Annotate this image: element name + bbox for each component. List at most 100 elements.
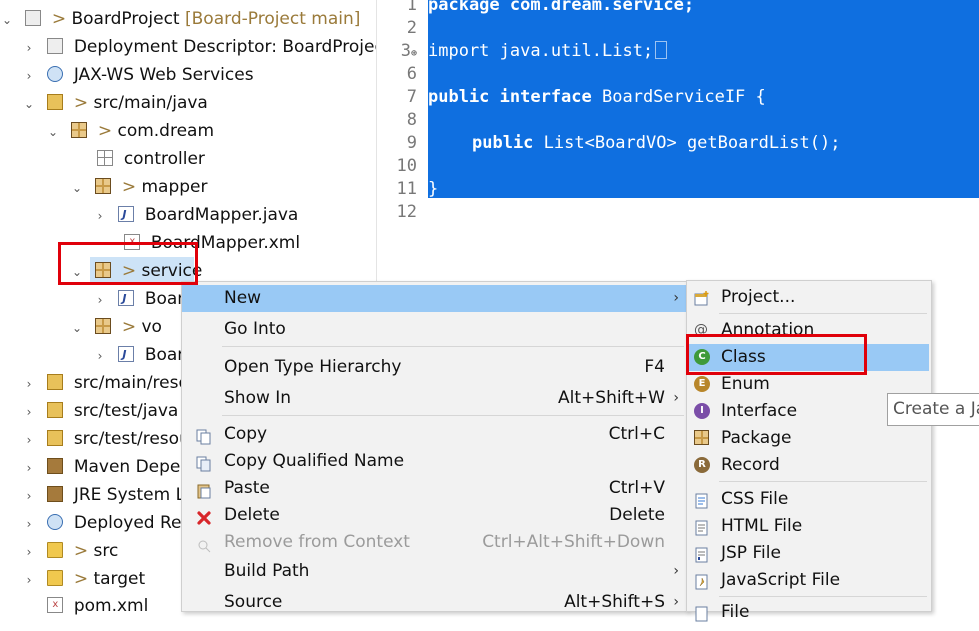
tree-item-target[interactable]: › > target: [22, 565, 146, 594]
web-services-icon: [47, 66, 64, 82]
submenu-item-html-file[interactable]: HTML File: [687, 513, 931, 540]
submenu-item-project[interactable]: Project...: [687, 284, 931, 311]
tree-item-label: src/test/resour: [73, 429, 197, 449]
menu-separator: [719, 596, 927, 597]
submenu-item-record[interactable]: R Record: [687, 452, 931, 479]
menu-item-copy[interactable]: Copy Ctrl+C: [182, 421, 687, 448]
tree-item-board-vo-file[interactable]: › Board: [93, 341, 195, 369]
menu-separator: [222, 415, 684, 416]
code-line-package: package com.dream.service;: [428, 0, 695, 15]
menu-item-open-type-hierarchy[interactable]: Open Type Hierarchy F4: [182, 354, 687, 381]
submenu-item-annotation[interactable]: @ Annotation: [687, 317, 931, 344]
tree-item-src[interactable]: › > src: [22, 537, 119, 566]
line-number: 9: [406, 133, 417, 153]
line-number: 1: [406, 0, 417, 15]
tree-item-deployed-resources[interactable]: › Deployed Res: [22, 509, 191, 538]
library-icon: [47, 486, 64, 502]
empty-package-icon: [97, 150, 114, 166]
tree-item-pom-xml[interactable]: pom.xml: [22, 591, 148, 620]
tooltip: Create a Ja: [887, 393, 979, 426]
submenu-item-class[interactable]: C Class: [689, 344, 929, 371]
dirty-decorator: >: [51, 9, 67, 29]
source-folder-icon: [47, 94, 64, 110]
expand-toggle-icon[interactable]: ⌄: [0, 6, 14, 34]
tree-item-boardmapper-java[interactable]: › BoardMapper.java: [93, 201, 299, 230]
menu-item-build-path[interactable]: Build Path ›: [182, 558, 687, 585]
tree-item-src-test-resources[interactable]: › src/test/resour: [22, 425, 197, 453]
javascript-file-icon: [694, 572, 710, 590]
collapse-toggle-icon[interactable]: ›: [93, 202, 107, 230]
collapse-toggle-icon[interactable]: ›: [22, 34, 36, 62]
menu-separator: [719, 481, 927, 482]
expand-toggle-icon[interactable]: ⌄: [70, 174, 84, 202]
css-file-icon: [694, 491, 710, 509]
tree-item-label: vo: [141, 317, 162, 337]
folded-imports-box[interactable]: [655, 41, 668, 59]
menu-item-paste[interactable]: Paste Ctrl+V: [182, 475, 687, 502]
tree-item-label: Deployment Descriptor: BoardProject: [73, 37, 391, 57]
tree-item-label: src/test/java: [73, 401, 179, 421]
tree-item-boardmapper-xml[interactable]: BoardMapper.xml: [99, 228, 300, 257]
dirty-decorator: >: [73, 93, 89, 113]
menu-item-go-into[interactable]: Go Into: [182, 316, 687, 343]
code-line-closing-brace: }: [428, 179, 439, 199]
collapse-toggle-icon[interactable]: ›: [93, 286, 107, 314]
tree-item-controller[interactable]: controller: [72, 145, 205, 173]
record-icon: R: [694, 457, 710, 473]
tree-item-src-main-resources[interactable]: › src/main/resou: [22, 369, 200, 397]
tree-item-com-dream[interactable]: ⌄ > com.dream: [46, 117, 214, 145]
line-number: 11: [396, 179, 417, 199]
fold-expand-icon[interactable]: ⊕: [411, 48, 417, 59]
tree-item-src-main-java[interactable]: ⌄ > src/main/java: [22, 89, 208, 117]
package-icon: [95, 178, 112, 194]
expand-toggle-icon[interactable]: ⌄: [46, 118, 60, 146]
submenu-item-jsp-file[interactable]: JSP File: [687, 540, 931, 567]
tree-item-vo[interactable]: ⌄ > vo: [70, 313, 162, 341]
tree-item-suffix: [Board-Project main]: [185, 9, 361, 29]
tree-item-deployment-descriptor[interactable]: › Deployment Descriptor: BoardProject: [22, 33, 391, 62]
menu-item-copy-qualified-name[interactable]: Copy Qualified Name: [182, 448, 687, 475]
code-editor-selection[interactable]: package com.dream.service; import java.u…: [428, 0, 979, 199]
expand-toggle-icon[interactable]: ⌄: [22, 90, 36, 118]
dirty-decorator: >: [121, 261, 137, 281]
tree-item-label: mapper: [141, 177, 208, 197]
collapse-toggle-icon[interactable]: ›: [22, 566, 36, 594]
collapse-toggle-icon[interactable]: ›: [22, 62, 36, 90]
menu-item-new[interactable]: New ›: [182, 285, 687, 312]
collapse-toggle-icon[interactable]: ›: [22, 454, 36, 482]
collapse-toggle-icon[interactable]: ›: [93, 342, 107, 370]
library-icon: [47, 458, 64, 474]
dirty-decorator: >: [73, 569, 89, 589]
source-folder-icon: [47, 402, 64, 418]
menu-item-show-in[interactable]: Show In Alt+Shift+W ›: [182, 385, 687, 412]
tree-item-jaxws[interactable]: › JAX-WS Web Services: [22, 61, 254, 89]
submenu-item-package[interactable]: Package: [687, 425, 931, 452]
tree-item-jre-system-library[interactable]: › JRE System Lib: [22, 481, 201, 509]
new-submenu: Project... @ Annotation C Class E Enum I…: [686, 280, 932, 622]
new-project-icon: [694, 289, 710, 306]
expand-toggle-icon[interactable]: ⌄: [70, 314, 84, 342]
tree-item-src-test-java[interactable]: › src/test/java: [22, 397, 179, 426]
submenu-item-css-file[interactable]: CSS File: [687, 486, 931, 513]
collapse-toggle-icon[interactable]: ›: [22, 426, 36, 454]
xml-file-icon: [47, 591, 64, 619]
collapse-toggle-icon[interactable]: ›: [22, 510, 36, 538]
collapse-toggle-icon[interactable]: ›: [22, 370, 36, 398]
line-number: 3⊕: [400, 41, 417, 61]
tree-item-mapper[interactable]: ⌄ > mapper: [70, 173, 208, 202]
line-number: 12: [396, 202, 417, 222]
collapse-toggle-icon[interactable]: ›: [22, 538, 36, 566]
collapse-toggle-icon[interactable]: ›: [22, 398, 36, 426]
interface-icon: I: [694, 403, 710, 419]
submenu-item-javascript-file[interactable]: JavaScript File: [687, 567, 931, 594]
expand-toggle-icon[interactable]: ⌄: [70, 258, 84, 286]
submenu-item-file[interactable]: File: [687, 599, 931, 626]
tree-item-boardproject[interactable]: ⌄ > BoardProject [Board-Project main]: [0, 5, 360, 33]
tree-item-board-service-file[interactable]: › Board: [93, 285, 195, 313]
project-icon: [25, 10, 42, 26]
menu-item-delete[interactable]: Delete Delete: [182, 502, 687, 529]
tree-item-maven-dependencies[interactable]: › Maven Depen: [22, 453, 192, 482]
collapse-toggle-icon[interactable]: ›: [22, 482, 36, 510]
dirty-decorator: >: [73, 541, 89, 561]
tree-item-label: Deployed Res: [73, 513, 191, 533]
